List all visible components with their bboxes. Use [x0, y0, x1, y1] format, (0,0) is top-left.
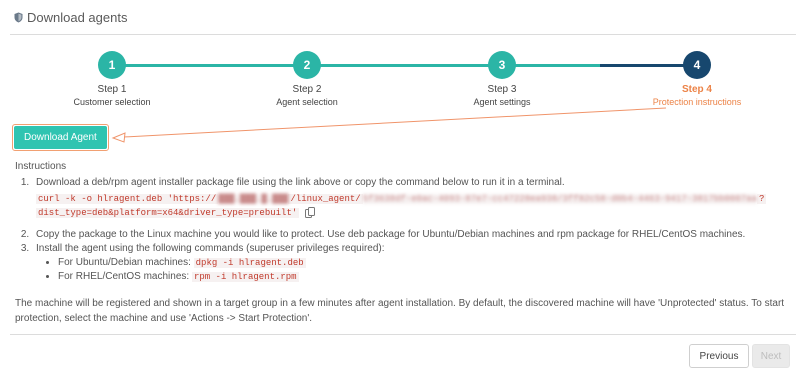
- step-2-label: Step 2 Agent selection: [237, 84, 377, 108]
- download-button-highlight: Download Agent: [12, 124, 109, 151]
- copy-icon[interactable]: [305, 206, 316, 218]
- step-1-circle[interactable]: 1: [98, 51, 126, 79]
- step-2-subtitle: Agent selection: [276, 97, 338, 107]
- curl-command-path: /linux_agent/: [288, 194, 363, 204]
- curl-command-line2: dist_type=deb&platform=x64&driver_type=p…: [36, 208, 300, 218]
- next-button[interactable]: Next: [752, 344, 790, 368]
- step-4-circle[interactable]: 4: [683, 51, 711, 79]
- rhel-command-item: For RHEL/CentOS machines: rpm -i hlragen…: [58, 270, 804, 284]
- step-3-subtitle: Agent settings: [473, 97, 531, 107]
- ubuntu-label: For Ubuntu/Debian machines:: [58, 257, 191, 268]
- step-3-label: Step 3 Agent settings: [432, 84, 572, 108]
- instructions-title: Instructions: [15, 161, 67, 172]
- footer-divider: [10, 334, 796, 335]
- instruction-step-3: Install the agent using the following co…: [32, 242, 804, 284]
- curl-command-prefix: curl -k -o hlragent.deb 'https://: [36, 194, 219, 204]
- step-2-title: Step 2: [292, 84, 322, 95]
- step-3-title: Step 3: [487, 84, 517, 95]
- instructions-list: Download a deb/rpm agent installer packa…: [14, 176, 804, 284]
- rhel-label: For RHEL/CentOS machines:: [58, 271, 190, 282]
- instruction-step-3-text: Install the agent using the following co…: [36, 243, 385, 254]
- step-1-subtitle: Customer selection: [73, 97, 151, 107]
- page-title: Download agents: [27, 10, 128, 25]
- registration-note: The machine will be registered and shown…: [15, 298, 785, 324]
- redacted-host: ███.███.█.███: [218, 194, 289, 204]
- shield-icon: [14, 12, 23, 23]
- step-4-subtitle: Protection instructions: [652, 97, 742, 107]
- step-4-label: Step 4 Protection instructions: [627, 84, 767, 108]
- instruction-step-1: Download a deb/rpm agent installer packa…: [32, 176, 804, 228]
- install-commands-list: For Ubuntu/Debian machines: dpkg -i hlra…: [36, 256, 804, 284]
- step-2-circle[interactable]: 2: [293, 51, 321, 79]
- step-4-title: Step 4: [681, 84, 712, 95]
- instruction-step-1-text: Download a deb/rpm agent installer packa…: [36, 177, 565, 188]
- step-3-circle[interactable]: 3: [488, 51, 516, 79]
- ubuntu-command-item: For Ubuntu/Debian machines: dpkg -i hlra…: [58, 256, 804, 270]
- previous-button[interactable]: Previous: [689, 344, 749, 368]
- curl-command-suffix: ?: [756, 194, 767, 204]
- step-1-title: Step 1: [97, 84, 127, 95]
- instruction-step-2-text: Copy the package to the Linux machine yo…: [36, 229, 746, 240]
- instruction-step-2: Copy the package to the Linux machine yo…: [32, 228, 804, 242]
- redacted-token: 5f3638df-e0ac-4093-87e7-cc47228ea938/3ff…: [362, 194, 757, 204]
- download-agent-button[interactable]: Download Agent: [14, 126, 107, 149]
- ubuntu-command: dpkg -i hlragent.deb: [193, 258, 306, 268]
- step-1-label: Step 1 Customer selection: [42, 84, 182, 108]
- stepper-track-complete: [112, 64, 602, 67]
- rhel-command: rpm -i hlragent.rpm: [191, 272, 299, 282]
- curl-command[interactable]: curl -k -o hlragent.deb 'https://███.███…: [36, 192, 804, 220]
- header-divider: [10, 34, 796, 35]
- page-header: Download agents: [14, 10, 127, 25]
